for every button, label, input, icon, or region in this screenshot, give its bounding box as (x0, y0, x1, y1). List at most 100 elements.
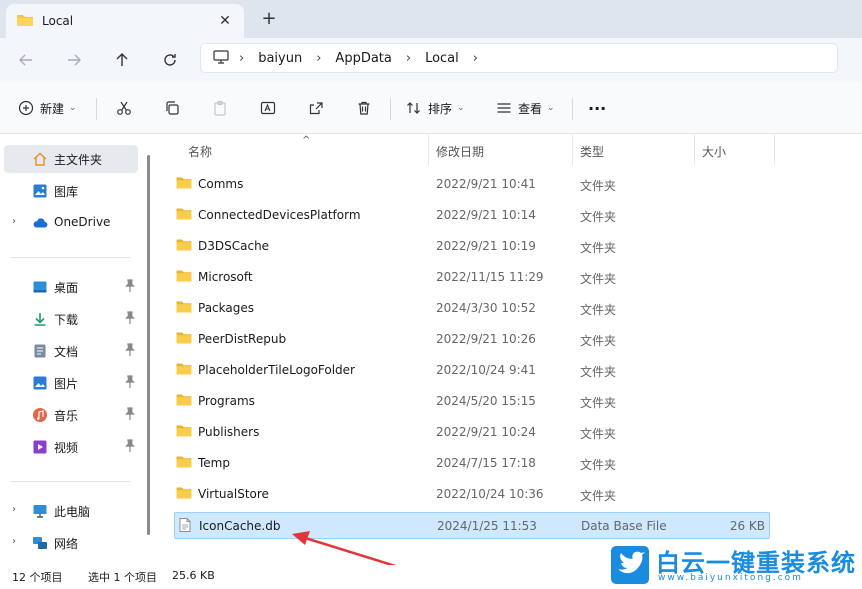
chevron-right-icon[interactable]: › (12, 536, 16, 547)
toolbar-divider (390, 98, 391, 120)
sidebar-item-documents[interactable]: 文档 (4, 337, 138, 365)
table-row[interactable]: ConnectedDevicesPlatform 2022/9/21 10:14… (174, 202, 770, 229)
file-type: 文件夹 (580, 334, 617, 348)
toolbar-divider (96, 98, 97, 120)
file-date: 2022/9/21 10:41 (436, 177, 536, 191)
folder-icon (176, 425, 192, 437)
column-header-size[interactable]: 大小 (702, 143, 726, 165)
file-name: Temp (198, 456, 230, 470)
arrow-left-icon (19, 54, 32, 66)
column-divider[interactable] (694, 135, 695, 165)
sidebar-item-music[interactable]: 音乐 (4, 401, 138, 429)
rename-icon (260, 101, 276, 115)
file-name: Packages (198, 301, 254, 315)
chevron-down-icon: ⌄ (69, 103, 77, 113)
file-date: 2022/9/21 10:24 (436, 425, 536, 439)
file-type: 文件夹 (580, 179, 617, 193)
file-name: VirtualStore (198, 487, 269, 501)
pin-icon (125, 375, 135, 388)
table-row[interactable]: PlaceholderTileLogoFolder 2022/10/24 9:4… (174, 357, 770, 384)
sidebar-divider (10, 257, 130, 258)
chevron-right-icon[interactable]: › (12, 216, 16, 227)
sidebar-item-network[interactable]: › 网络 (4, 529, 138, 557)
breadcrumb-appdata[interactable]: AppData (335, 51, 391, 66)
sidebar-item-pictures[interactable]: 图片 (4, 369, 138, 397)
column-divider[interactable] (774, 135, 775, 165)
table-row[interactable]: Programs 2024/5/20 15:15 文件夹 (174, 388, 770, 415)
copy-icon (166, 101, 179, 115)
copy-button[interactable] (164, 96, 180, 120)
music-icon (33, 408, 47, 422)
new-label: 新建 (40, 101, 65, 116)
forward-button[interactable] (62, 48, 86, 72)
table-row[interactable]: Comms 2022/9/21 10:41 文件夹 (174, 171, 770, 198)
file-name: D3DSCache (198, 239, 270, 253)
refresh-icon (164, 54, 176, 66)
sidebar-label: 图库 (54, 185, 79, 199)
chevron-right-icon[interactable]: › (12, 504, 16, 515)
breadcrumb-baiyun[interactable]: baiyun (258, 51, 302, 66)
column-divider[interactable] (572, 135, 573, 165)
paste-button[interactable] (212, 96, 228, 120)
desktop-icon (33, 281, 47, 293)
sidebar-scrollbar[interactable] (147, 155, 150, 535)
toolbar-divider (572, 98, 573, 120)
sidebar-item-desktop[interactable]: 桌面 (4, 273, 138, 301)
close-icon[interactable]: ✕ (216, 12, 234, 30)
tab-local[interactable]: Local ✕ (6, 4, 244, 38)
sort-button[interactable]: 排序 ⌄ (406, 96, 465, 120)
table-row[interactable]: D3DSCache 2022/9/21 10:19 文件夹 (174, 233, 770, 260)
sidebar-label: 下载 (54, 313, 79, 327)
arrow-right-icon (68, 54, 81, 66)
tab-bar: Local ✕ + (0, 0, 862, 38)
file-date: 2022/9/21 10:19 (436, 239, 536, 253)
more-options-button[interactable]: ··· (588, 96, 606, 120)
view-button[interactable]: 查看 ⌄ (496, 96, 555, 120)
delete-button[interactable] (356, 96, 372, 120)
column-header-type[interactable]: 类型 (580, 143, 604, 165)
pin-icon (125, 343, 135, 356)
item-count: 12 个项目 (12, 571, 63, 584)
pin-icon (125, 439, 135, 452)
table-row-selected[interactable]: IconCache.db 2024/1/25 11:53 Data Base F… (174, 512, 770, 539)
sidebar-item-onedrive[interactable]: › OneDrive (4, 209, 138, 237)
back-button[interactable] (14, 48, 38, 72)
chevron-down-icon: ⌄ (547, 103, 555, 113)
sidebar-item-gallery[interactable]: 图库 (4, 177, 138, 205)
new-tab-button[interactable]: + (258, 8, 280, 30)
list-view-icon (497, 103, 511, 113)
share-button[interactable] (308, 96, 324, 120)
table-row[interactable]: VirtualStore 2022/10/24 10:36 文件夹 (174, 481, 770, 508)
column-header-date[interactable]: 修改日期 (436, 143, 484, 165)
column-header-name[interactable]: 名称 (188, 143, 212, 165)
watermark-url: www.baiyunxitong.com (658, 573, 803, 583)
table-row[interactable]: Microsoft 2022/11/15 11:29 文件夹 (174, 264, 770, 291)
table-row[interactable]: Packages 2024/3/30 10:52 文件夹 (174, 295, 770, 322)
table-row[interactable]: Publishers 2022/9/21 10:24 文件夹 (174, 419, 770, 446)
refresh-button[interactable] (158, 48, 182, 72)
sidebar-item-downloads[interactable]: 下载 (4, 305, 138, 333)
address-bar[interactable]: › baiyun › AppData › Local › (200, 43, 838, 73)
folder-icon (176, 394, 192, 406)
sidebar-item-home[interactable]: 主文件夹 (4, 145, 138, 173)
column-divider[interactable] (428, 135, 429, 165)
breadcrumb-separator: › (405, 50, 412, 66)
file-name: PeerDistRepub (198, 332, 287, 346)
file-type: 文件夹 (580, 396, 617, 410)
new-button[interactable]: 新建 ⌄ (18, 96, 77, 120)
file-type: 文件夹 (580, 365, 617, 379)
folder-icon (176, 270, 192, 282)
sidebar-label: 文档 (54, 345, 79, 359)
table-row[interactable]: Temp 2024/7/15 17:18 文件夹 (174, 450, 770, 477)
command-bar: 新建 ⌄ 排序 ⌄ 查看 ⌄ ··· (0, 82, 862, 134)
sidebar-item-videos[interactable]: 视频 (4, 433, 138, 461)
file-name: Publishers (198, 425, 260, 439)
up-button[interactable] (110, 48, 134, 72)
rename-button[interactable] (260, 96, 276, 120)
sidebar-item-this-pc[interactable]: › 此电脑 (4, 497, 138, 525)
folder-icon (176, 332, 192, 344)
sort-ascending-icon: ^ (302, 135, 311, 146)
cut-button[interactable] (116, 96, 132, 120)
breadcrumb-local[interactable]: Local (425, 51, 459, 66)
table-row[interactable]: PeerDistRepub 2022/9/21 10:26 文件夹 (174, 326, 770, 353)
